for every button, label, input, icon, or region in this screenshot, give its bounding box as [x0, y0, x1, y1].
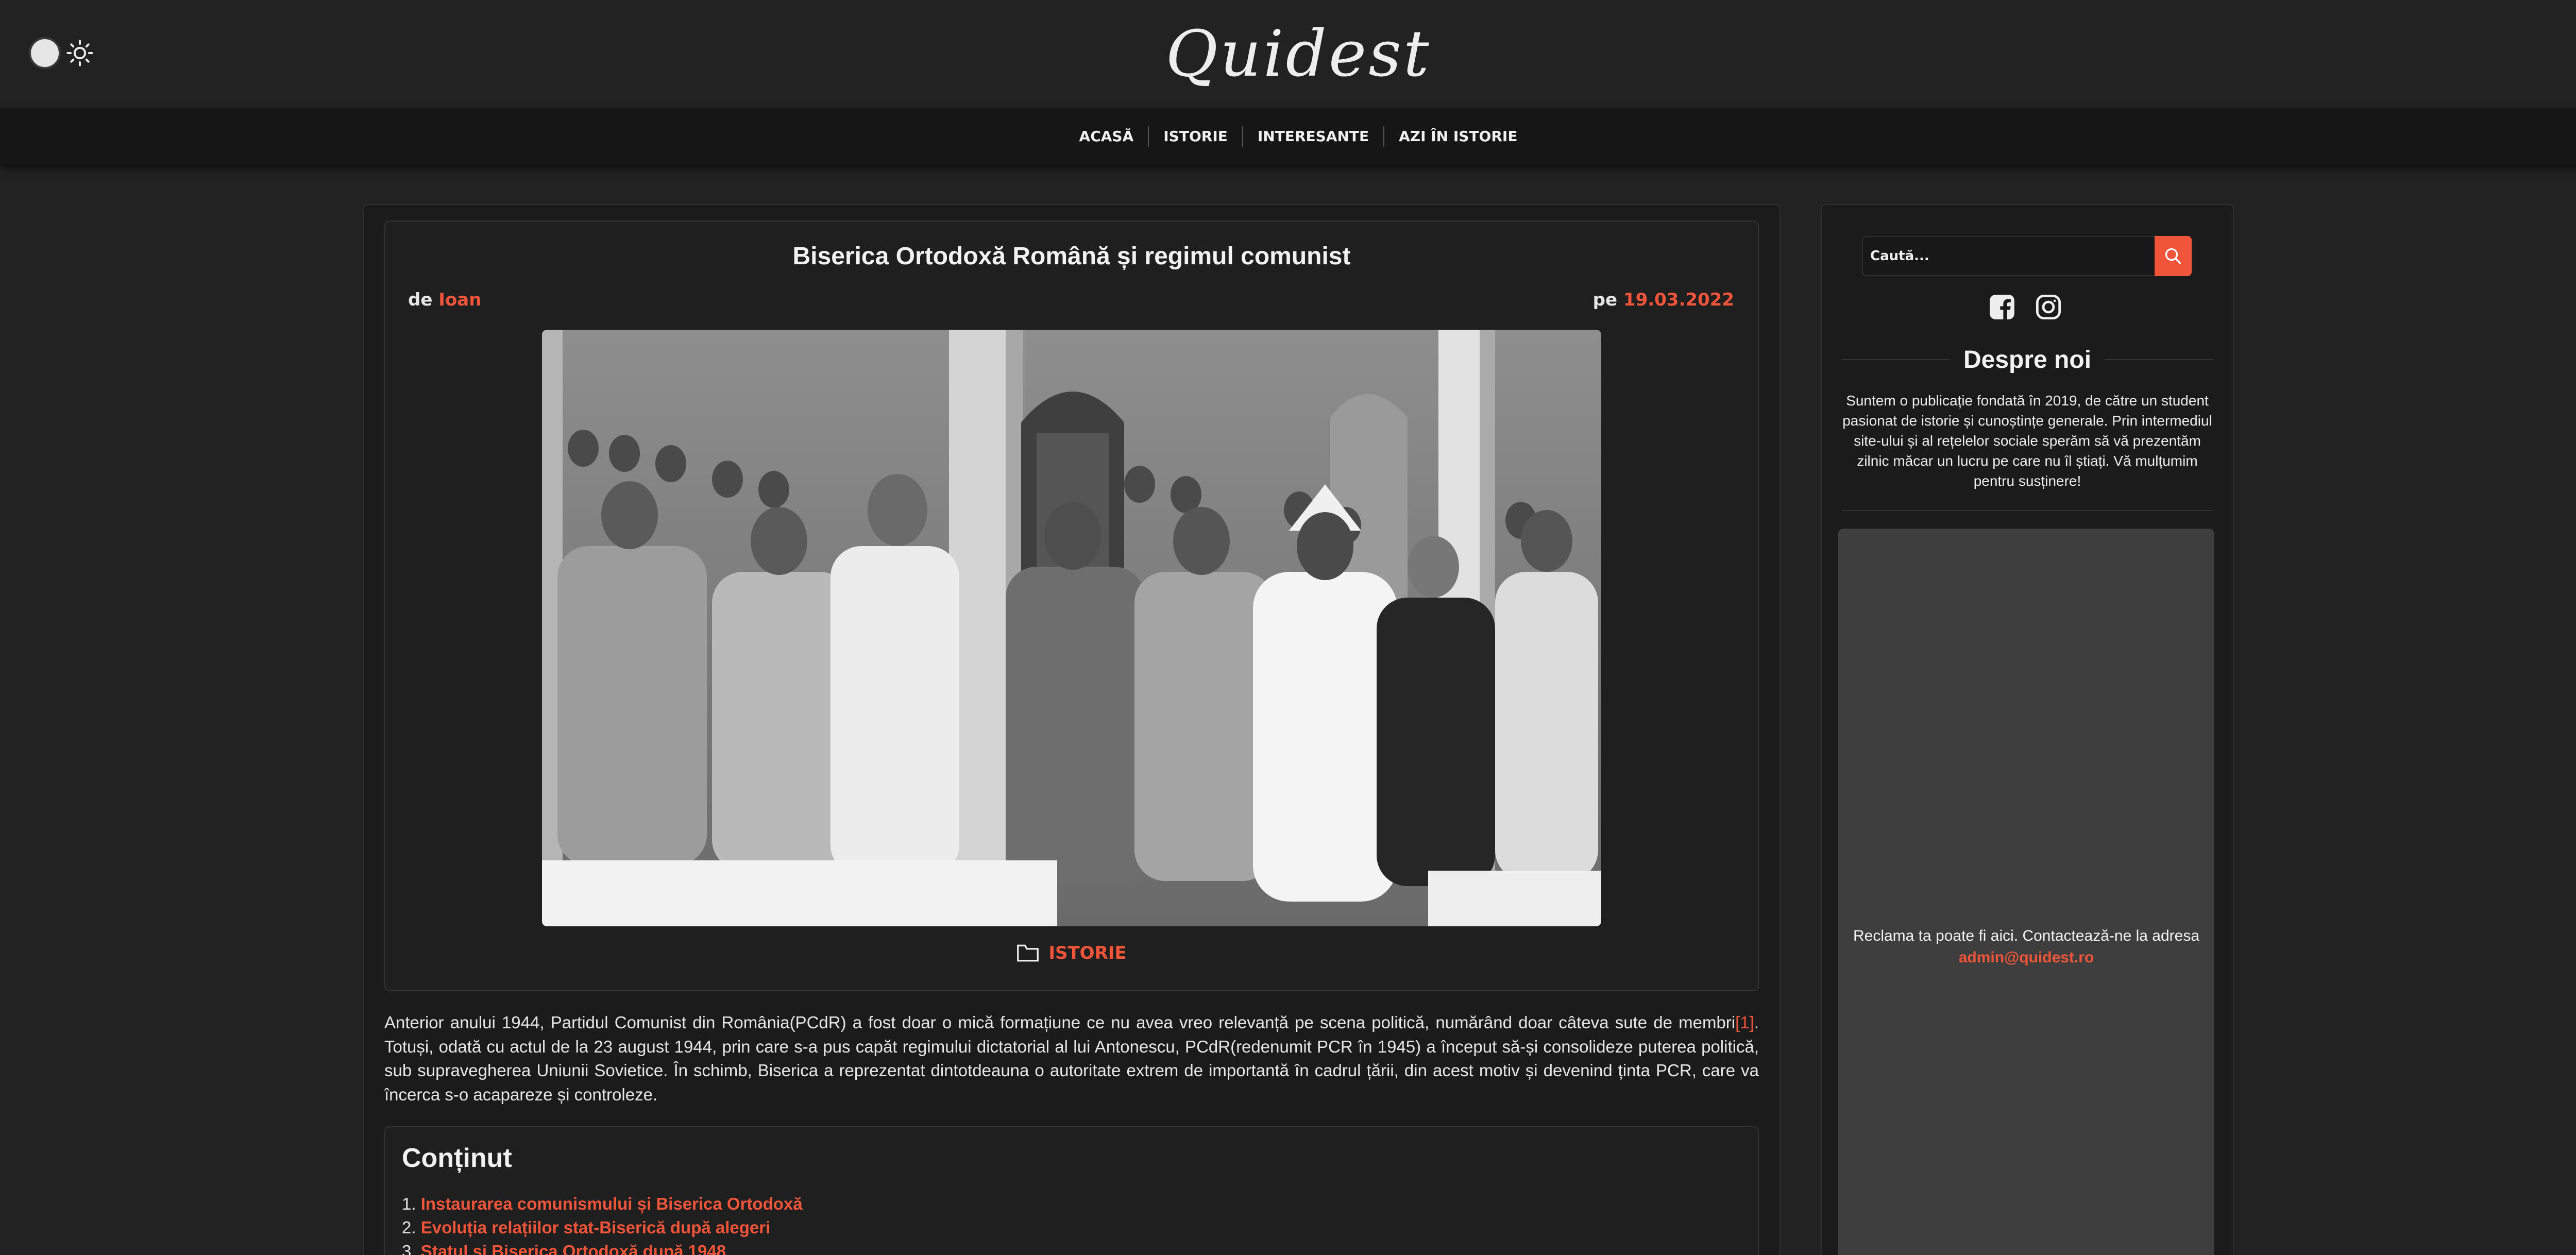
- heading-rule: [2105, 359, 2213, 360]
- social-links: [1989, 294, 2062, 320]
- toc-title: Conținut: [402, 1143, 512, 1173]
- author-link[interactable]: Ioan: [438, 290, 481, 310]
- toc-item: 2. Evoluția relațiilor stat-Biserică dup…: [402, 1216, 803, 1240]
- nav-item-interesante[interactable]: INTERESANTE: [1243, 126, 1383, 147]
- post-category: ISTORIE: [384, 943, 1759, 963]
- ad-text: Reclama ta poate fi aici. Contactează-ne…: [1838, 925, 2214, 969]
- site-header: Quidest: [0, 0, 2576, 108]
- toc-item: 1. Instaurarea comunismului și Biserica …: [402, 1192, 803, 1216]
- post-author-line: de Ioan: [408, 290, 481, 310]
- heading-rule: [1841, 359, 1950, 360]
- ad-placeholder: [1838, 529, 2214, 1255]
- about-text: Suntem o publicație fondată în 2019, de …: [1842, 393, 2212, 489]
- about-title: Despre noi: [1963, 346, 2092, 374]
- photo-illustration: [542, 330, 1601, 926]
- category-link[interactable]: ISTORIE: [1048, 943, 1126, 963]
- post-date-line: pe 19.03.2022: [1593, 290, 1734, 310]
- search-input[interactable]: [1862, 236, 2155, 276]
- search-icon: [2165, 248, 2181, 264]
- footnote-ref[interactable]: [1]: [1735, 1013, 1754, 1032]
- article-intro-paragraph: Anterior anului 1944, Partidul Comunist …: [384, 1011, 1759, 1107]
- sidebar-divider: [1841, 510, 2213, 511]
- folder-icon: [1017, 944, 1039, 962]
- main-nav: ACASĂ ISTORIE INTERESANTE AZI ÎN ISTORIE: [0, 108, 2576, 165]
- toc-item: 3. Statul și Biserica Ortodoxă după 1948: [402, 1240, 803, 1255]
- toc-item-link[interactable]: Statul și Biserica Ortodoxă după 1948: [421, 1242, 726, 1255]
- search-bar: [1862, 236, 2192, 276]
- toc-item-link[interactable]: Instaurarea comunismului și Biserica Ort…: [421, 1194, 803, 1213]
- about-heading: Despre noi: [1841, 343, 2213, 376]
- site-logo[interactable]: Quidest: [0, 15, 2576, 93]
- author-prefix: de: [408, 290, 433, 310]
- instagram-icon[interactable]: [2035, 294, 2062, 320]
- date-prefix: pe: [1592, 290, 1618, 310]
- ad-email-link[interactable]: admin@quidest.ro: [1838, 947, 2214, 969]
- toc-item-number: 2.: [402, 1218, 416, 1237]
- date-link[interactable]: 19.03.2022: [1623, 290, 1734, 310]
- post-title: Biserica Ortodoxă Română și regimul comu…: [792, 243, 1351, 270]
- facebook-icon[interactable]: [1989, 294, 2015, 320]
- nav-item-azi-in-istorie[interactable]: AZI ÎN ISTORIE: [1384, 126, 1532, 147]
- nav-item-acasa[interactable]: ACASĂ: [1065, 126, 1148, 147]
- nav-item-istorie[interactable]: ISTORIE: [1149, 126, 1242, 147]
- search-button[interactable]: [2155, 236, 2192, 276]
- toc-item-number: 1.: [402, 1194, 416, 1213]
- toc-item-link[interactable]: Evoluția relațiilor stat-Biserică după a…: [421, 1218, 771, 1237]
- post-featured-image: [542, 330, 1601, 926]
- toc-item-number: 3.: [402, 1242, 416, 1255]
- intro-text-1: Anterior anului 1944, Partidul Comunist …: [384, 1013, 1736, 1032]
- ad-message: Reclama ta poate fi aici. Contactează-ne…: [1853, 927, 2200, 944]
- toc-list: 1. Instaurarea comunismului și Biserica …: [402, 1192, 803, 1255]
